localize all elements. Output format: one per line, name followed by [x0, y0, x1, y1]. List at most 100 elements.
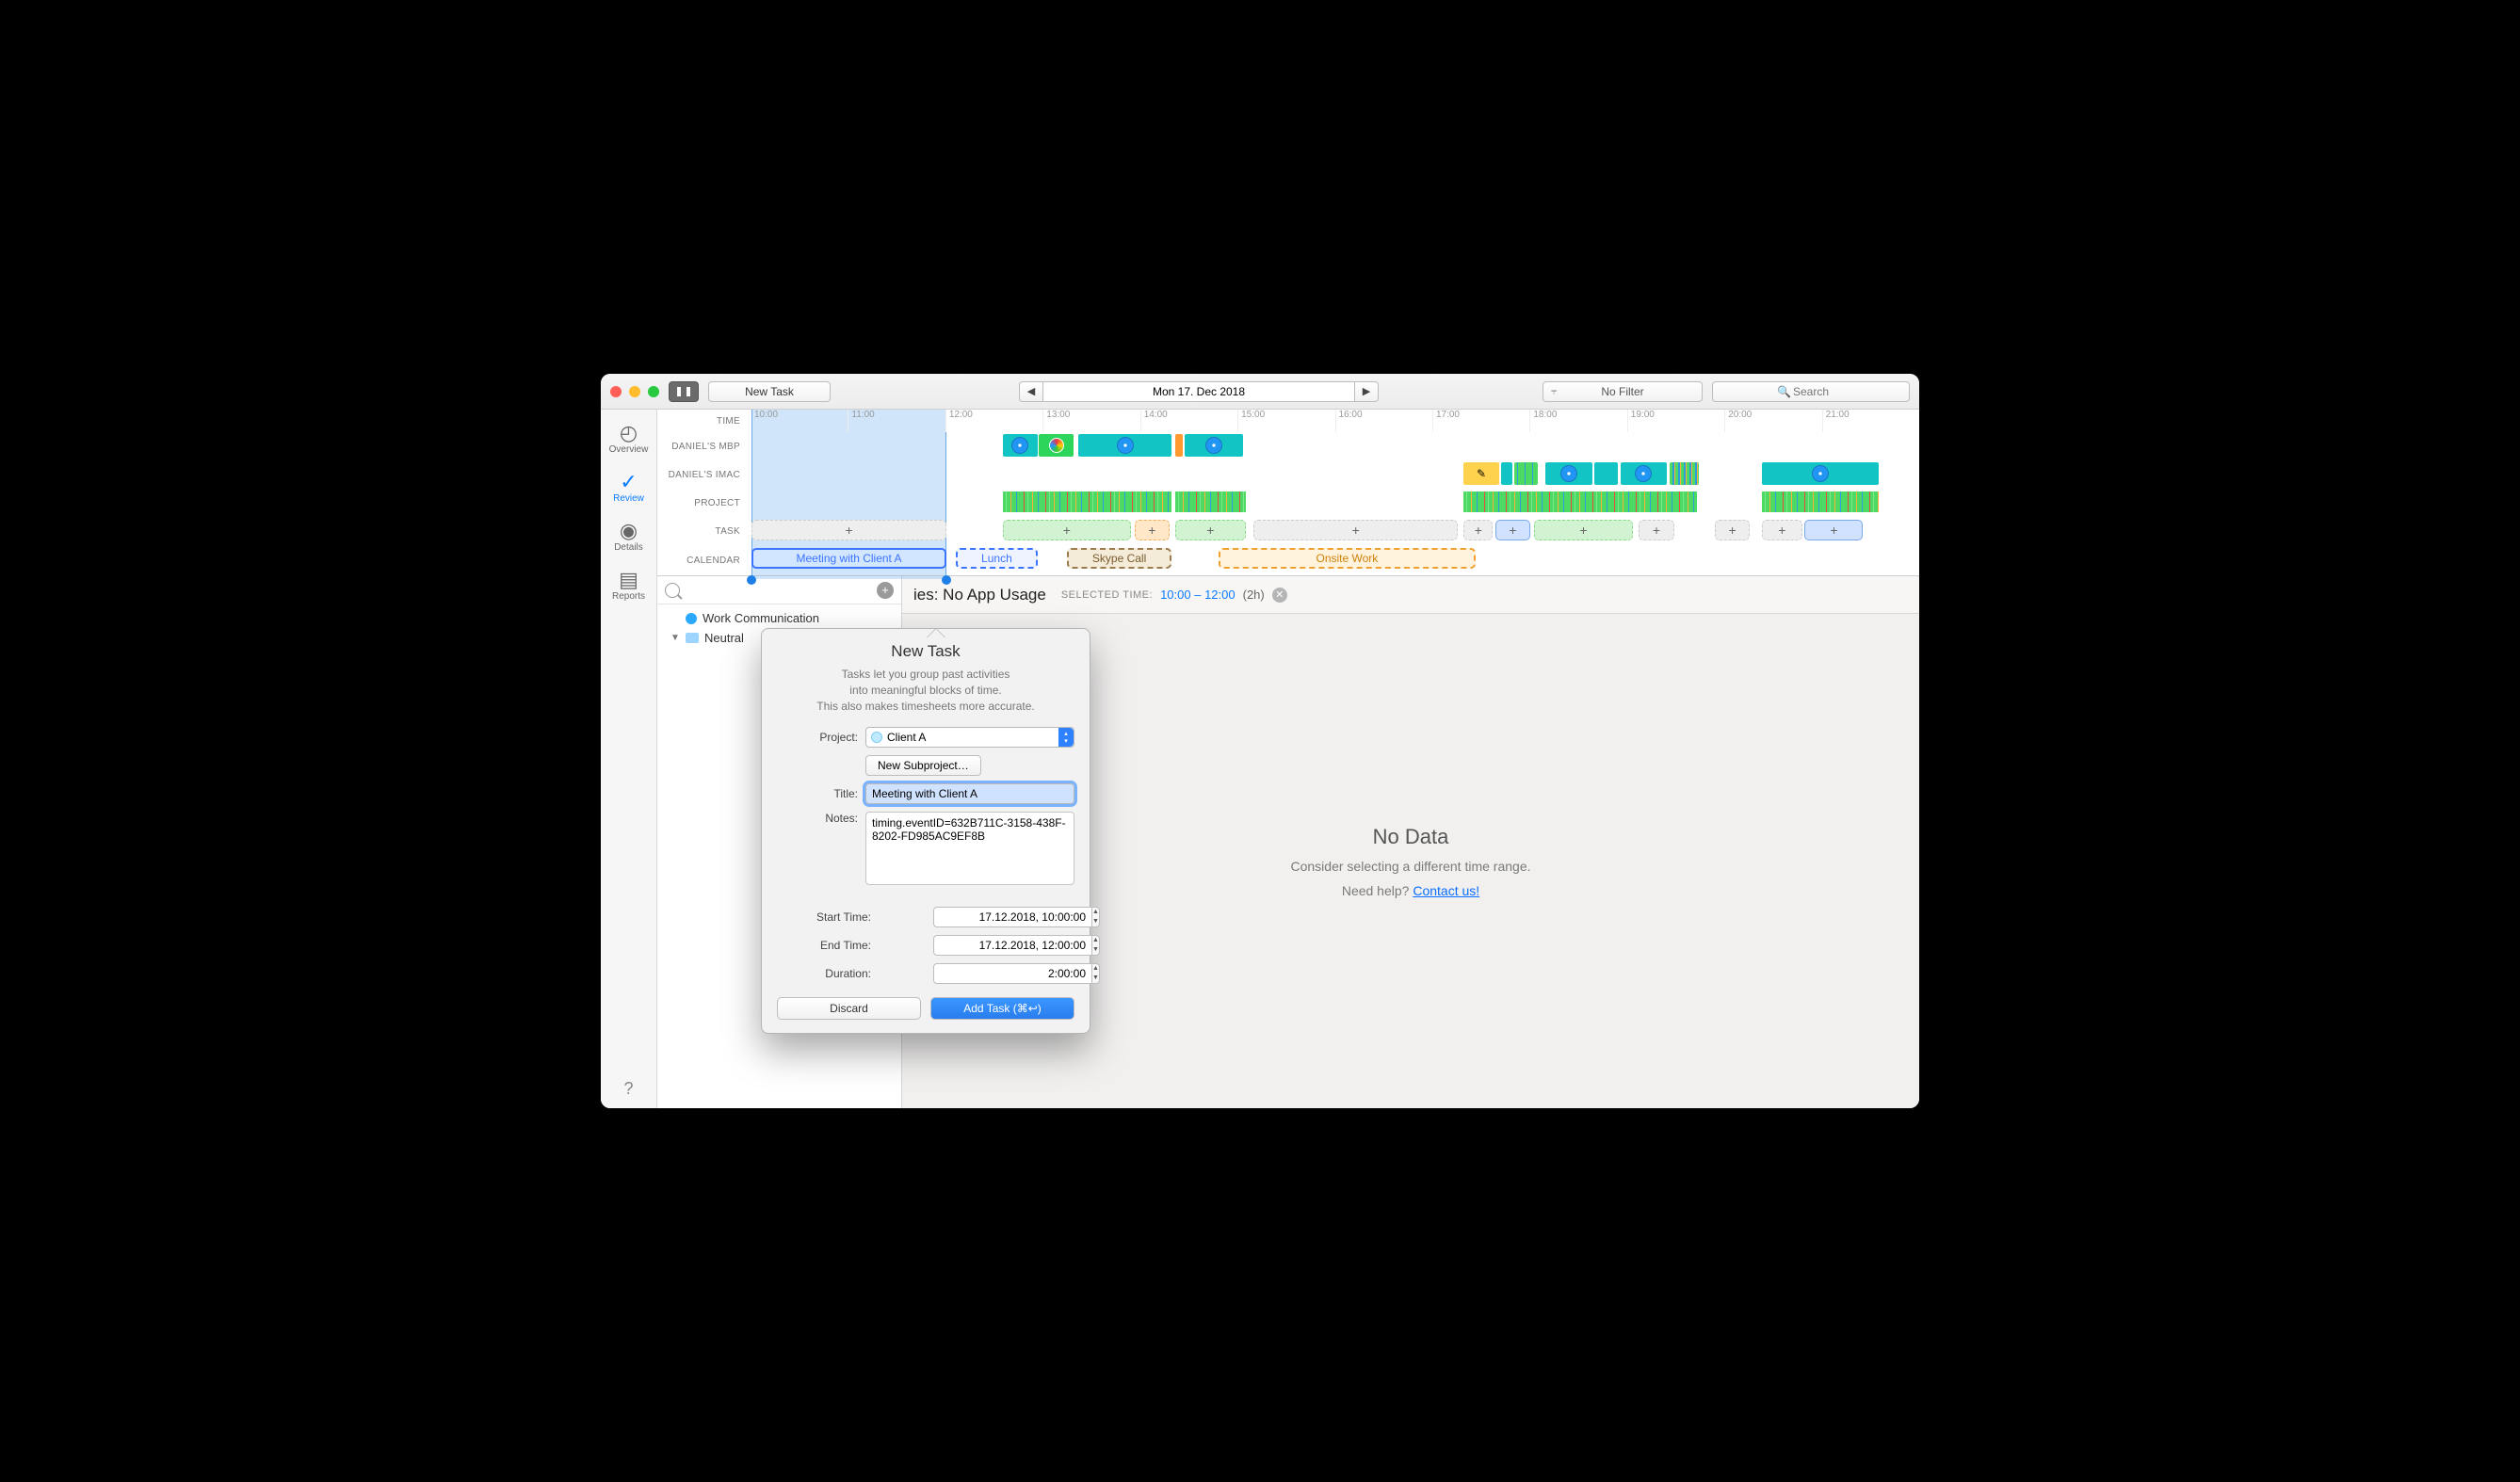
project-label: Neutral: [704, 631, 744, 645]
filter-label: No Filter: [1543, 385, 1702, 398]
safari-icon: [1117, 437, 1134, 454]
project-block[interactable]: [1003, 491, 1172, 512]
end-time-input[interactable]: ▲▼: [933, 935, 1074, 956]
hour-label: 10:00: [751, 410, 848, 432]
app-block[interactable]: [1501, 462, 1512, 485]
task-add-slot[interactable]: +: [1253, 520, 1458, 540]
sidebar-item-reports[interactable]: ▤Reports: [606, 564, 653, 607]
app-block[interactable]: [1545, 462, 1592, 485]
clear-selection-button[interactable]: ✕: [1272, 588, 1287, 603]
zoom-icon[interactable]: [648, 386, 659, 397]
empty-help: Need help? Contact us!: [1342, 883, 1479, 898]
window-controls: [610, 386, 659, 397]
new-subproject-button[interactable]: New Subproject…: [865, 755, 981, 776]
contact-link[interactable]: Contact us!: [1413, 883, 1479, 898]
task-add-slot[interactable]: +: [1003, 520, 1131, 540]
task-add-slot[interactable]: +: [1463, 520, 1493, 540]
start-time-field[interactable]: [933, 907, 1091, 927]
sidebar-item-details[interactable]: ◉Details: [606, 515, 653, 558]
end-time-field[interactable]: [933, 935, 1091, 956]
track-task[interactable]: + + + + + + + + + + + +: [751, 517, 1919, 545]
filter-dropdown[interactable]: ⫧ No Filter: [1543, 381, 1703, 402]
app-block[interactable]: [1175, 434, 1182, 457]
project-search-input[interactable]: [686, 584, 871, 597]
row-label-project: PROJECT: [657, 498, 751, 508]
project-select-value: Client A: [887, 731, 926, 744]
app-block[interactable]: [1762, 462, 1879, 485]
task-add-slot[interactable]: +: [1495, 520, 1530, 540]
toggle-sidebar-button[interactable]: [669, 381, 699, 402]
project-block[interactable]: [1175, 491, 1245, 512]
app-block[interactable]: [1514, 462, 1538, 485]
project-search[interactable]: +: [657, 576, 901, 604]
app-block[interactable]: ✎: [1463, 462, 1498, 485]
help-button[interactable]: ?: [623, 1079, 633, 1099]
safari-icon: [1560, 465, 1577, 482]
track-mbp[interactable]: [751, 432, 1919, 460]
track-imac[interactable]: ✎: [751, 460, 1919, 489]
sidebar-item-overview[interactable]: ◴Overview: [606, 417, 653, 460]
task-add-slot[interactable]: +: [1804, 520, 1863, 540]
selected-time-label: SELECTED TIME:: [1061, 589, 1153, 601]
end-time-label: End Time:: [777, 939, 871, 952]
track-calendar[interactable]: Meeting with Client A Lunch Skype Call O…: [751, 545, 1919, 575]
task-add-slot[interactable]: +: [1175, 520, 1245, 540]
sidebar-item-review[interactable]: ✓Review: [606, 466, 653, 509]
tool-icon: ✎: [1477, 467, 1486, 480]
project-select[interactable]: Client A ▴▾: [865, 727, 1074, 748]
sidebar-item-label: Reports: [612, 591, 645, 602]
stepper-icon[interactable]: ▲▼: [1091, 907, 1100, 927]
minimize-icon[interactable]: [629, 386, 640, 397]
safari-icon: [1011, 437, 1028, 454]
next-day-button[interactable]: ▶: [1354, 381, 1379, 402]
stepper-icon[interactable]: ▲▼: [1091, 935, 1100, 956]
time-ruler[interactable]: 10:00 11:00 12:00 13:00 14:00 15:00 16:0…: [751, 410, 1919, 432]
start-time-input[interactable]: ▲▼: [933, 907, 1074, 927]
add-project-button[interactable]: +: [877, 582, 894, 599]
search-icon: 🔍: [1777, 385, 1791, 398]
start-time-label: Start Time:: [777, 910, 871, 924]
stepper-icon[interactable]: ▲▼: [1091, 963, 1100, 984]
task-add-slot[interactable]: +: [1534, 520, 1633, 540]
current-date[interactable]: Mon 17. Dec 2018: [1043, 381, 1354, 402]
calendar-event[interactable]: Onsite Work: [1219, 548, 1476, 569]
prev-day-button[interactable]: ◀: [1019, 381, 1043, 402]
duration-field[interactable]: [933, 963, 1091, 984]
funnel-icon: ⫧: [1551, 386, 1557, 398]
calendar-event[interactable]: Meeting with Client A: [751, 548, 946, 569]
popover-description: Tasks let you group past activities into…: [777, 667, 1074, 714]
task-add-slot[interactable]: +: [1715, 520, 1750, 540]
task-add-slot[interactable]: +: [1762, 520, 1802, 540]
disclosure-icon[interactable]: ▼: [670, 633, 680, 643]
duration-input[interactable]: ▲▼: [933, 963, 1074, 984]
app-block[interactable]: [1621, 462, 1668, 485]
calendar-event[interactable]: Skype Call: [1067, 548, 1172, 569]
safari-icon: [1205, 437, 1222, 454]
search-field[interactable]: 🔍: [1712, 381, 1910, 402]
app-block[interactable]: [1078, 434, 1171, 457]
detail-header: ies: No App Usage SELECTED TIME: 10:00 –…: [902, 576, 1919, 614]
discard-button[interactable]: Discard: [777, 997, 921, 1020]
calendar-event[interactable]: Lunch: [956, 548, 1038, 569]
timeline: TIME 10:00 11:00 12:00 13:00 14:00 15:00…: [657, 410, 1919, 576]
project-block[interactable]: [1463, 491, 1697, 512]
task-notes-input[interactable]: [865, 812, 1074, 885]
new-task-button[interactable]: New Task: [708, 381, 831, 402]
task-add-slot[interactable]: +: [1135, 520, 1170, 540]
add-task-button[interactable]: Add Task (⌘↩︎): [930, 997, 1074, 1020]
track-project[interactable]: [751, 489, 1919, 517]
task-add-slot[interactable]: +: [1639, 520, 1673, 540]
app-block[interactable]: [1039, 434, 1074, 457]
sidebar-item-label: Details: [614, 542, 643, 553]
app-block[interactable]: [1185, 434, 1243, 457]
row-label-time: TIME: [657, 416, 751, 427]
app-block[interactable]: [1670, 462, 1699, 485]
app-block[interactable]: [1594, 462, 1618, 485]
close-icon[interactable]: [610, 386, 622, 397]
project-block[interactable]: [1762, 491, 1879, 512]
task-add-slot[interactable]: +: [751, 520, 946, 540]
app-block[interactable]: [1003, 434, 1038, 457]
project-subitem[interactable]: Work Communication: [657, 608, 901, 628]
search-input[interactable]: [1713, 382, 1909, 401]
task-title-input[interactable]: [865, 783, 1074, 804]
